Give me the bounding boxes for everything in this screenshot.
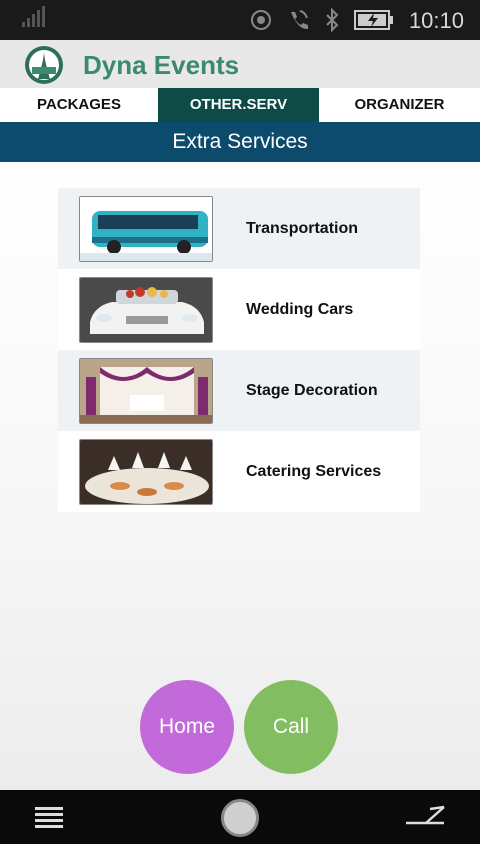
list-item-catering-services[interactable]: Catering Services bbox=[58, 431, 420, 512]
dnd-icon bbox=[251, 10, 271, 30]
phone-wifi-icon bbox=[291, 10, 308, 30]
section-title: Extra Services bbox=[0, 122, 480, 162]
tab-packages[interactable]: PACKAGES bbox=[0, 88, 158, 122]
content-area: Transportation Wedding Cars Stage Decora… bbox=[0, 162, 480, 790]
service-label: Wedding Cars bbox=[246, 300, 354, 318]
home-nav-icon[interactable] bbox=[221, 799, 259, 837]
service-label: Transportation bbox=[246, 219, 359, 237]
app-title: Dyna Events bbox=[83, 50, 240, 80]
app-logo bbox=[25, 46, 63, 84]
call-button[interactable]: Call bbox=[244, 680, 338, 774]
tab-organizer[interactable]: ORGANIZER bbox=[319, 88, 480, 122]
signal-icon bbox=[22, 6, 45, 27]
service-label: Catering Services bbox=[246, 462, 382, 480]
battery-icon bbox=[354, 10, 393, 30]
app-bar: Dyna Events bbox=[0, 40, 480, 88]
list-item-transportation[interactable]: Transportation bbox=[58, 188, 420, 269]
wedding-car-image bbox=[79, 276, 213, 343]
menu-icon[interactable] bbox=[35, 807, 63, 829]
navigation-bar bbox=[0, 790, 480, 844]
services-list: Transportation Wedding Cars Stage Decora… bbox=[58, 188, 420, 512]
status-bar: 10:10 bbox=[0, 0, 480, 40]
list-item-wedding-cars[interactable]: Wedding Cars bbox=[58, 269, 420, 350]
catering-image bbox=[79, 438, 213, 505]
tab-bar: PACKAGES OTHER.SERV ORGANIZER bbox=[0, 88, 480, 122]
back-icon[interactable] bbox=[404, 805, 446, 825]
list-item-stage-decoration[interactable]: Stage Decoration bbox=[58, 350, 420, 431]
service-label: Stage Decoration bbox=[246, 381, 378, 399]
bluetooth-icon bbox=[326, 8, 339, 32]
bus-image bbox=[79, 195, 213, 262]
stage-decoration-image bbox=[79, 357, 213, 424]
clock: 10:10 bbox=[408, 8, 464, 33]
tab-other-services[interactable]: OTHER.SERV bbox=[158, 88, 319, 122]
home-button[interactable]: Home bbox=[140, 680, 234, 774]
